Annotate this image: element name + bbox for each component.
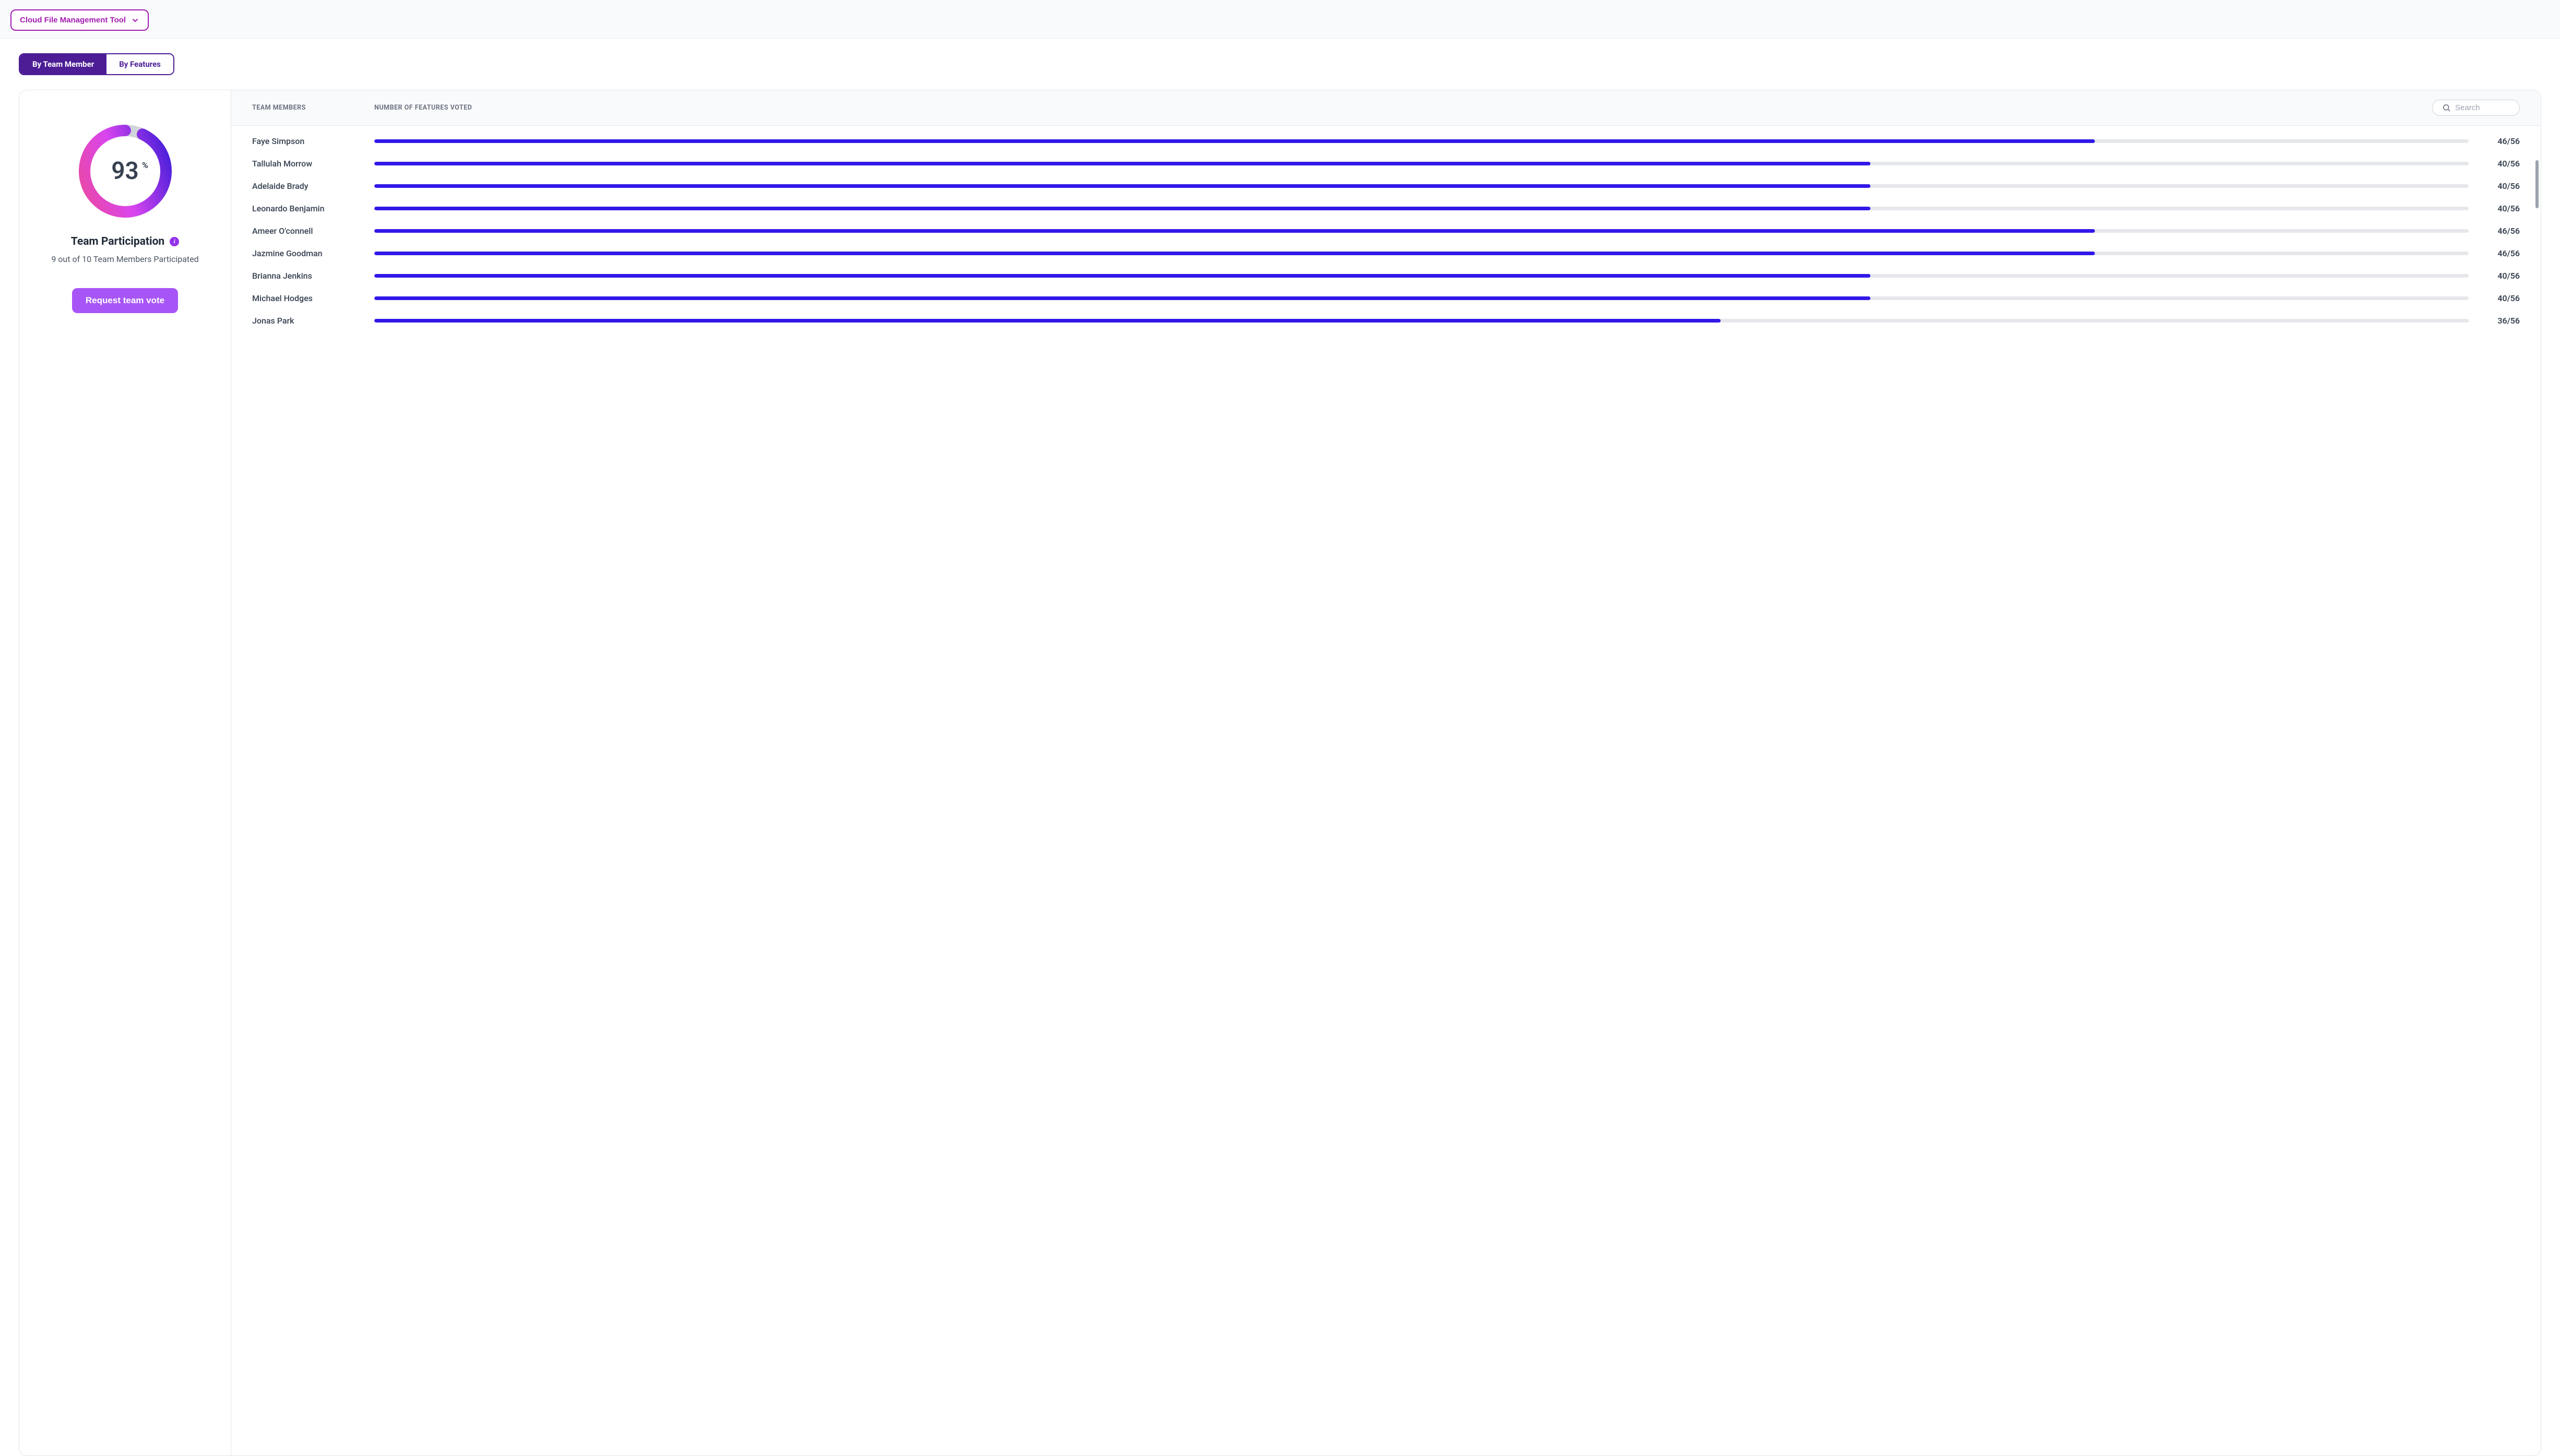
vote-bar-track: [374, 252, 2469, 255]
vote-count: 36/56: [2484, 316, 2520, 326]
vote-count: 40/56: [2484, 204, 2520, 213]
vote-bar-track: [374, 274, 2469, 278]
project-dropdown-label: Cloud File Management Tool: [20, 16, 126, 25]
table-row: Ameer O'connell 46/56: [231, 220, 2541, 242]
participation-percent-value: 93: [111, 157, 139, 185]
vote-bar-track: [374, 207, 2469, 210]
scrollbar-thumb[interactable]: [2535, 160, 2539, 208]
vote-bar-track: [374, 162, 2469, 165]
col-header-members: TEAM MEMBERS: [252, 104, 374, 112]
vote-bar-track: [374, 319, 2469, 323]
vote-bar-fill: [374, 139, 2095, 143]
chevron-down-icon: [131, 16, 139, 25]
search-input[interactable]: [2455, 103, 2510, 112]
vote-bar-track: [374, 229, 2469, 233]
topbar: Cloud File Management Tool: [0, 0, 2560, 39]
vote-bar-fill: [374, 207, 1870, 210]
donut-center: 93 %: [76, 122, 175, 221]
tab-by-team-member[interactable]: By Team Member: [20, 54, 106, 74]
vote-count: 46/56: [2484, 136, 2520, 146]
vote-bar-fill: [374, 296, 1870, 300]
table-row: Adelaide Brady 40/56: [231, 175, 2541, 197]
vote-bar-fill: [374, 319, 1721, 323]
table-row: Jazmine Goodman 46/56: [231, 242, 2541, 265]
member-name: Faye Simpson: [252, 136, 374, 146]
member-name: Ameer O'connell: [252, 226, 374, 236]
vote-count: 46/56: [2484, 226, 2520, 236]
vote-bar-fill: [374, 229, 2095, 233]
view-tabs: By Team Member By Features: [19, 53, 174, 75]
table-row: Faye Simpson 46/56: [231, 130, 2541, 152]
participation-title-row: Team Participation i: [71, 235, 179, 248]
vote-bar-cell: [374, 207, 2484, 210]
vote-bar-fill: [374, 184, 1870, 188]
table-body: Faye Simpson46/56Tallulah Morrow40/56Ade…: [231, 126, 2541, 336]
project-dropdown[interactable]: Cloud File Management Tool: [10, 9, 149, 31]
participation-pane: 93 % Team Participation i 9 out of 10 Te…: [19, 90, 231, 1455]
vote-bar-cell: [374, 162, 2484, 165]
vote-bar-cell: [374, 296, 2484, 300]
member-name: Leonardo Benjamin: [252, 204, 374, 213]
member-name: Jazmine Goodman: [252, 248, 374, 258]
table-body-wrap: Faye Simpson46/56Tallulah Morrow40/56Ade…: [231, 126, 2541, 1455]
vote-bar-cell: [374, 319, 2484, 323]
member-name: Jonas Park: [252, 316, 374, 326]
vote-count: 40/56: [2484, 181, 2520, 191]
app-root: Cloud File Management Tool By Team Membe…: [0, 0, 2560, 1456]
main-card: 93 % Team Participation i 9 out of 10 Te…: [19, 90, 2541, 1456]
member-name: Adelaide Brady: [252, 181, 374, 191]
content: By Team Member By Features: [0, 39, 2560, 1456]
table-header: TEAM MEMBERS NUMBER OF FEATURES VOTED: [231, 90, 2541, 126]
members-table: TEAM MEMBERS NUMBER OF FEATURES VOTED Fa…: [231, 90, 2541, 1455]
participation-donut: 93 %: [76, 122, 175, 221]
search-icon: [2442, 103, 2451, 112]
vote-count: 46/56: [2484, 248, 2520, 258]
request-team-vote-button[interactable]: Request team vote: [72, 288, 178, 313]
vote-bar-cell: [374, 252, 2484, 255]
vote-bar-fill: [374, 252, 2095, 255]
search-box[interactable]: [2432, 100, 2520, 116]
table-row: Leonardo Benjamin 40/56: [231, 197, 2541, 220]
col-header-votes: NUMBER OF FEATURES VOTED: [374, 104, 2432, 112]
percent-sign: %: [142, 160, 148, 170]
vote-bar-track: [374, 139, 2469, 143]
vote-bar-fill: [374, 162, 1870, 165]
table-row: Jonas Park 36/56: [231, 309, 2541, 332]
vote-bar-track: [374, 296, 2469, 300]
vote-bar-cell: [374, 184, 2484, 188]
vote-bar-track: [374, 184, 2469, 188]
vote-count: 40/56: [2484, 293, 2520, 303]
vote-bar-cell: [374, 229, 2484, 233]
vote-bar-cell: [374, 139, 2484, 143]
vote-count: 40/56: [2484, 271, 2520, 281]
member-name: Tallulah Morrow: [252, 159, 374, 169]
table-row: Brianna Jenkins 40/56: [231, 265, 2541, 287]
table-row: Michael Hodges 40/56: [231, 287, 2541, 309]
table-row: Tallulah Morrow 40/56: [231, 152, 2541, 175]
participation-title: Team Participation: [71, 235, 164, 248]
member-name: Brianna Jenkins: [252, 271, 374, 281]
member-name: Michael Hodges: [252, 293, 374, 303]
participation-percent: 93 %: [111, 157, 139, 185]
vote-bar-cell: [374, 274, 2484, 278]
info-icon[interactable]: i: [170, 237, 179, 246]
vote-bar-fill: [374, 274, 1870, 278]
participation-subtitle: 9 out of 10 Team Members Participated: [51, 254, 198, 264]
vote-count: 40/56: [2484, 159, 2520, 169]
tab-by-features[interactable]: By Features: [106, 54, 173, 74]
